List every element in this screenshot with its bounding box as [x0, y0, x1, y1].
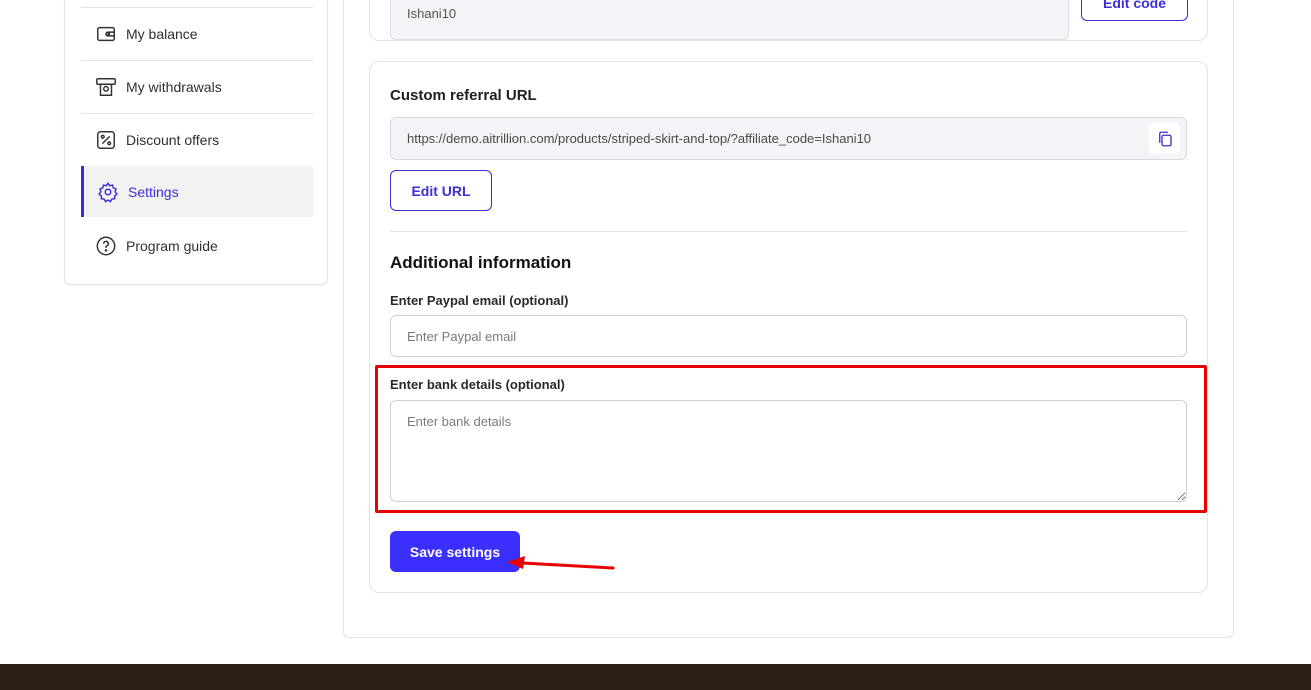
- bank-details-label: Enter bank details (optional): [390, 377, 565, 392]
- additional-info-title: Additional information: [390, 253, 572, 272]
- edit-code-button[interactable]: Edit code: [1081, 0, 1188, 21]
- sidebar-item-program-guide[interactable]: Program guide: [81, 219, 313, 272]
- section-divider: [390, 231, 1187, 232]
- sidebar-item-my-withdrawals[interactable]: My withdrawals: [81, 60, 313, 113]
- sidebar-item-settings[interactable]: Settings: [81, 166, 313, 217]
- custom-url-title: Custom referral URL: [390, 87, 537, 104]
- save-settings-button[interactable]: Save settings: [390, 531, 520, 572]
- referral-code-field: Ishani10: [390, 0, 1069, 40]
- help-circle-icon: [95, 235, 117, 257]
- edit-url-button[interactable]: Edit URL: [390, 170, 492, 211]
- sidebar-item-label: My withdrawals: [126, 78, 222, 95]
- sidebar-item-my-balance[interactable]: My balance: [81, 7, 313, 60]
- sidebar-item-label: My balance: [126, 25, 198, 42]
- paypal-email-label: Enter Paypal email (optional): [390, 293, 569, 308]
- paypal-email-field[interactable]: [390, 315, 1187, 357]
- referral-url-text: https://demo.aitrillion.com/products/str…: [407, 131, 872, 146]
- sidebar-item-label: Program guide: [126, 237, 218, 254]
- sidebar-item-label: Discount offers: [126, 131, 220, 148]
- sidebar-item-discount-offers[interactable]: Discount offers: [81, 113, 313, 166]
- withdrawal-icon: [95, 76, 117, 98]
- percent-icon: [95, 129, 117, 151]
- wallet-icon: [95, 23, 117, 45]
- sidebar-item-label: Settings: [128, 183, 179, 200]
- referral-url-field: https://demo.aitrillion.com/products/str…: [390, 117, 1187, 160]
- copy-icon[interactable]: [1149, 123, 1180, 154]
- sidebar: My balance My withdrawals Discount offer…: [64, 0, 328, 285]
- referral-settings-card: Custom referral URL https://demo.aitrill…: [369, 61, 1208, 593]
- bank-details-field[interactable]: [390, 400, 1187, 502]
- footer-bar: [0, 664, 1311, 690]
- referral-code-card: Ishani10 Edit code: [369, 0, 1208, 41]
- gear-icon: [97, 181, 119, 203]
